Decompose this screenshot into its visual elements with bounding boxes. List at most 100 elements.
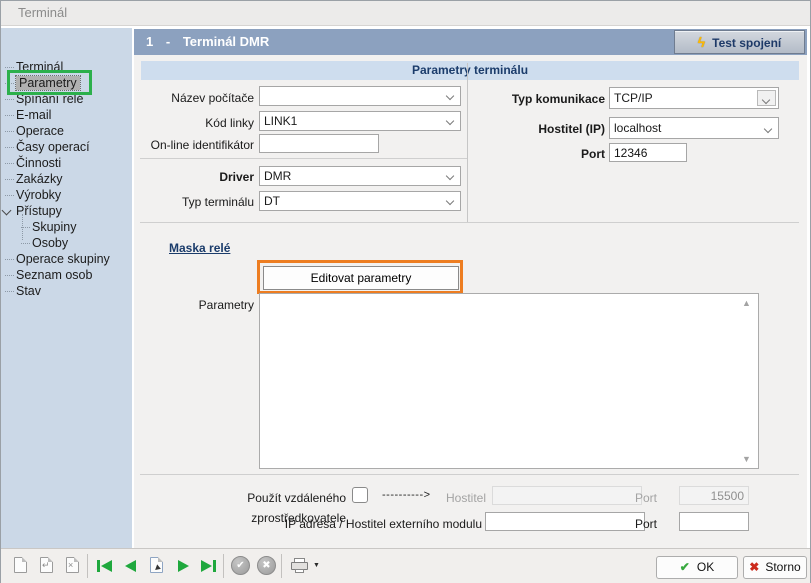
remote-port-label: Port bbox=[612, 488, 657, 508]
sidebar-item-label: Skupiny bbox=[32, 220, 76, 234]
sidebar-item-email[interactable]: E-mail bbox=[1, 107, 132, 123]
tree-connector bbox=[5, 67, 14, 68]
sidebar-item-label: Operace bbox=[16, 124, 64, 138]
use-remote-broker-checkbox[interactable] bbox=[352, 487, 368, 503]
record-separator: - bbox=[166, 34, 170, 49]
record-header: 1 - Terminál DMR ϟ Test spojení bbox=[134, 29, 807, 55]
sidebar-item-pristupy[interactable]: Přístupy bbox=[1, 203, 132, 219]
communication-type-label: Typ komunikace bbox=[414, 89, 605, 109]
sidebar-item-label: Stav bbox=[16, 284, 41, 298]
tree-connector bbox=[5, 115, 14, 116]
tree-connector bbox=[5, 179, 14, 180]
external-port-input[interactable] bbox=[679, 512, 749, 531]
terminal-type-value: DT bbox=[264, 194, 280, 208]
sidebar-item-label: Operace skupiny bbox=[16, 252, 110, 266]
sidebar-item-zakazky[interactable]: Zakázky bbox=[1, 171, 132, 187]
driver-label: Driver bbox=[134, 167, 254, 187]
scroll-down-icon[interactable]: ▼ bbox=[742, 454, 751, 464]
lightning-icon: ϟ bbox=[698, 34, 705, 50]
chevron-down-icon[interactable] bbox=[446, 197, 454, 205]
sidebar-item-operace[interactable]: Operace bbox=[1, 123, 132, 139]
window-title: Terminál bbox=[18, 5, 67, 20]
port-input[interactable] bbox=[609, 143, 687, 162]
print-icon[interactable] bbox=[287, 554, 311, 578]
storno-button[interactable]: ✖Storno bbox=[743, 556, 807, 579]
separator bbox=[140, 474, 799, 475]
record-index: 1 bbox=[146, 34, 153, 49]
chevron-down-icon bbox=[762, 96, 770, 104]
online-id-input[interactable] bbox=[259, 134, 379, 153]
tree-connector bbox=[21, 227, 30, 228]
chevron-down-icon[interactable] bbox=[764, 125, 772, 133]
sidebar-item-label: Zakázky bbox=[16, 172, 63, 186]
external-port-label: Port bbox=[612, 514, 657, 534]
test-connection-label: Test spojení bbox=[712, 36, 781, 50]
record-name: Terminál DMR bbox=[183, 34, 269, 49]
separator bbox=[140, 222, 799, 223]
sidebar-item-label: Výrobky bbox=[16, 188, 61, 202]
delete-page-icon[interactable]: × bbox=[61, 554, 85, 578]
previous-record-icon[interactable] bbox=[119, 554, 143, 578]
sidebar-item-casy-operaci[interactable]: Časy operací bbox=[1, 139, 132, 155]
sidebar-item-osoby[interactable]: Osoby bbox=[1, 235, 132, 251]
check-icon: ✔ bbox=[680, 560, 690, 574]
sidebar-item-skupiny[interactable]: Skupiny bbox=[1, 219, 132, 235]
terminal-type-combobox[interactable]: DT bbox=[259, 191, 461, 211]
toolbar-separator bbox=[87, 554, 88, 578]
section-title: Parametry terminálu bbox=[141, 61, 799, 80]
toolbar-separator bbox=[223, 554, 224, 578]
tree-connector bbox=[5, 291, 14, 292]
relay-mask-link[interactable]: Maska relé bbox=[169, 241, 230, 255]
sidebar-tree: Terminál Parametry Spínání relé E-mail O… bbox=[1, 28, 132, 548]
bottom-toolbar: ↵ × ✔ ✖ ▼ ✔ OK ✖Storno bbox=[1, 548, 810, 583]
external-module-host-label: IP adresa / Hostitel externího modulu bbox=[242, 514, 482, 534]
orange-annotation-box bbox=[257, 260, 463, 294]
last-record-icon[interactable] bbox=[197, 554, 221, 578]
sidebar-item-stav[interactable]: Stav bbox=[1, 283, 132, 299]
communication-type-combobox[interactable]: TCP/IP bbox=[609, 87, 779, 109]
sidebar-item-operace-skupiny[interactable]: Operace skupiny bbox=[1, 251, 132, 267]
tree-connector bbox=[5, 163, 14, 164]
confirm-icon[interactable]: ✔ bbox=[229, 554, 253, 578]
line-code-value: LINK1 bbox=[264, 114, 297, 128]
test-connection-button[interactable]: ϟ Test spojení bbox=[674, 30, 805, 54]
cancel-icon[interactable]: ✖ bbox=[255, 554, 279, 578]
remote-port-input[interactable] bbox=[679, 486, 749, 505]
chevron-down-icon[interactable] bbox=[446, 172, 454, 180]
ok-button[interactable]: ✔ OK bbox=[656, 556, 738, 579]
scroll-up-icon[interactable]: ▲ bbox=[742, 298, 751, 308]
driver-value: DMR bbox=[264, 169, 291, 183]
next-record-icon[interactable] bbox=[171, 554, 195, 578]
sidebar-item-cinnosti[interactable]: Činnosti bbox=[1, 155, 132, 171]
driver-combobox[interactable]: DMR bbox=[259, 166, 461, 186]
export-page-icon[interactable]: ↵ bbox=[35, 554, 59, 578]
parameters-textarea[interactable] bbox=[259, 293, 759, 469]
host-ip-combobox[interactable]: localhost bbox=[609, 117, 779, 139]
tree-connector bbox=[5, 131, 14, 132]
sidebar-item-seznam-osob[interactable]: Seznam osob bbox=[1, 267, 132, 283]
host-ip-label: Hostitel (IP) bbox=[414, 119, 605, 139]
tree-connector bbox=[5, 147, 14, 148]
tree-connector bbox=[5, 259, 14, 260]
ok-label: OK bbox=[697, 560, 714, 574]
storno-label: Storno bbox=[765, 560, 800, 574]
sidebar-item-label: Činnosti bbox=[16, 156, 61, 170]
view-record-icon[interactable] bbox=[145, 554, 169, 578]
tree-connector bbox=[21, 243, 30, 244]
dropdown-button[interactable] bbox=[757, 90, 776, 106]
first-record-icon[interactable] bbox=[93, 554, 117, 578]
online-id-label: On-line identifikátor bbox=[134, 135, 254, 155]
sidebar-item-label: Seznam osob bbox=[16, 268, 92, 282]
sidebar-item-vyrobky[interactable]: Výrobky bbox=[1, 187, 132, 203]
green-annotation-box bbox=[7, 70, 92, 95]
parameters-panel: Parametry terminálu Název počítače Kód l… bbox=[134, 55, 807, 548]
record-title: 1 - Terminál DMR bbox=[146, 34, 269, 49]
tree-connector bbox=[5, 99, 14, 100]
separator bbox=[467, 63, 468, 222]
chevron-down-icon[interactable] bbox=[2, 206, 12, 216]
new-page-icon[interactable] bbox=[9, 554, 33, 578]
toolbar-separator bbox=[281, 554, 282, 578]
remote-host-label: Hostitel bbox=[396, 488, 486, 508]
tree-connector bbox=[5, 195, 14, 196]
print-menu-icon[interactable]: ▼ bbox=[313, 562, 320, 569]
